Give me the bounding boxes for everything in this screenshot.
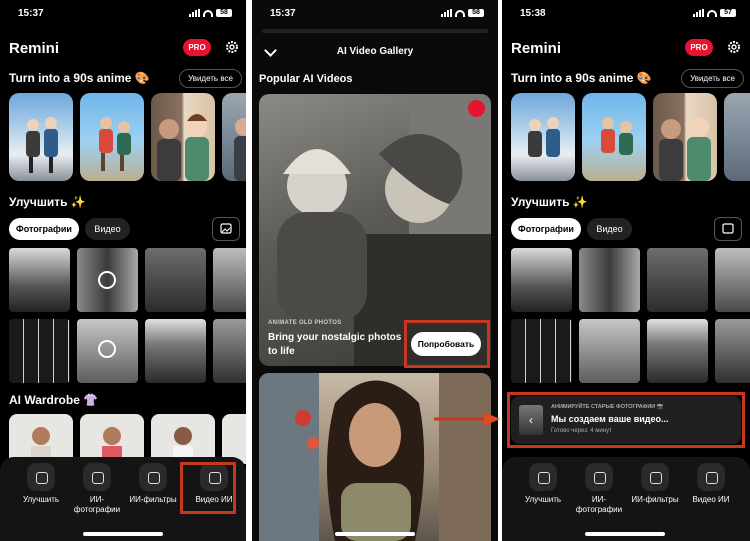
wardrobe-section-title: AI Wardrobe 👚 <box>9 393 99 407</box>
sheet-grabber <box>262 29 488 33</box>
sparkle-icon <box>529 463 557 491</box>
trend-icon <box>468 100 485 117</box>
video-icon <box>697 463 725 491</box>
home-indicator <box>335 532 415 536</box>
gallery-icon[interactable] <box>714 217 742 241</box>
aperture-icon <box>83 463 111 491</box>
tab-photos[interactable]: Фотографии <box>511 218 581 240</box>
enhance-photo[interactable] <box>579 319 640 383</box>
nav-ai-photos[interactable]: ИИ-фотографии <box>70 463 124 515</box>
pro-button[interactable]: PRO <box>183 39 211 56</box>
enhance-photo[interactable] <box>511 248 572 312</box>
enhance-photo[interactable] <box>77 319 138 383</box>
portrait-photo <box>259 373 491 541</box>
signal-icon <box>693 9 704 17</box>
nav-ai-filters[interactable]: ИИ-фильтры <box>126 463 180 505</box>
highlight-box <box>404 320 490 368</box>
popular-heading: Popular AI Videos <box>259 73 353 85</box>
gallery-icon[interactable] <box>212 217 240 241</box>
home-screen-before: 15:37 58 Remini PRO Turn into a 90s anim… <box>0 0 246 541</box>
anime-card[interactable] <box>151 93 215 181</box>
highlight-box <box>180 462 236 514</box>
enhance-section-title: Улучшить ✨ <box>9 195 86 209</box>
video-gallery-screen: 15:37 58 AI Video Gallery Popular AI Vid… <box>252 0 498 541</box>
app-title: Remini <box>9 40 60 57</box>
status-bar: 15:37 58 <box>252 8 498 22</box>
enhance-photo[interactable] <box>715 319 750 383</box>
see-all-button[interactable]: Увидеть все <box>681 69 744 88</box>
nav-ai-photos[interactable]: ИИ-фотографии <box>572 463 626 515</box>
enhance-grid <box>511 248 750 383</box>
wifi-icon <box>707 9 717 17</box>
anime-figures <box>26 117 58 173</box>
anime-section-title: Turn into a 90s anime 🎨 <box>9 71 150 85</box>
tab-video[interactable]: Видео <box>85 218 130 240</box>
enhance-photo[interactable] <box>647 319 708 383</box>
enhance-photo[interactable] <box>9 248 70 312</box>
wifi-icon <box>455 9 465 17</box>
filter-icon <box>641 463 669 491</box>
filter-icon <box>139 463 167 491</box>
gear-icon[interactable] <box>727 40 741 54</box>
enhance-photo[interactable] <box>213 248 246 312</box>
bottom-navigation: Улучшить ИИ-фотографии ИИ-фильтры Видео … <box>502 457 750 541</box>
nav-ai-video[interactable]: Видео ИИ <box>684 463 738 505</box>
battery-icon: 57 <box>720 9 736 17</box>
anime-card[interactable] <box>653 93 717 181</box>
home-indicator <box>585 532 665 536</box>
pro-button[interactable]: PRO <box>685 39 713 56</box>
battery-icon: 58 <box>216 9 232 17</box>
anime-card[interactable] <box>511 93 575 181</box>
signal-icon <box>441 9 452 17</box>
nav-ai-filters[interactable]: ИИ-фильтры <box>628 463 682 505</box>
enhance-photo[interactable] <box>511 319 572 383</box>
anime-section-title: Turn into a 90s anime 🎨 <box>511 71 652 85</box>
status-bar: 15:37 58 <box>0 8 246 22</box>
enhance-photo[interactable] <box>77 248 138 312</box>
wifi-icon <box>203 9 213 17</box>
tab-photos[interactable]: Фотографии <box>9 218 79 240</box>
enhance-photo[interactable] <box>647 248 708 312</box>
anime-card[interactable] <box>222 93 246 181</box>
arrow-icon <box>434 412 500 426</box>
enhance-section-title: Улучшить ✨ <box>511 195 588 209</box>
aperture-icon <box>585 463 613 491</box>
gallery-title: AI Video Gallery <box>336 46 414 57</box>
enhance-photo[interactable] <box>145 319 206 383</box>
enhance-photo[interactable] <box>213 319 246 383</box>
anime-carousel <box>9 93 246 181</box>
tab-video[interactable]: Видео <box>587 218 632 240</box>
signal-icon <box>189 9 200 17</box>
enhance-photo[interactable] <box>145 248 206 312</box>
status-time: 15:37 <box>270 8 296 19</box>
nav-enhance[interactable]: Улучшить <box>14 463 68 505</box>
anime-card[interactable] <box>9 93 73 181</box>
nav-enhance[interactable]: Улучшить <box>516 463 570 505</box>
anime-card[interactable] <box>724 93 750 181</box>
app-title: Remini <box>511 40 562 57</box>
anime-card[interactable] <box>80 93 144 181</box>
enhance-grid <box>9 248 246 383</box>
gear-icon[interactable] <box>225 40 239 54</box>
card-text: Bring your nostalgic photos to life <box>268 332 402 357</box>
home-screen-after: 15:38 57 Remini PRO Turn into a 90s anim… <box>502 0 750 541</box>
battery-icon: 58 <box>468 9 484 17</box>
anime-card[interactable] <box>582 93 646 181</box>
enhance-photo[interactable] <box>715 248 750 312</box>
status-bar: 15:38 57 <box>502 8 750 22</box>
video-card[interactable] <box>259 373 491 541</box>
see-all-button[interactable]: Увидеть все <box>179 69 242 88</box>
enhance-photo[interactable] <box>579 248 640 312</box>
highlight-box <box>507 392 745 448</box>
card-label: ANIMATE OLD PHOTOS <box>268 320 342 326</box>
status-time: 15:38 <box>520 8 546 19</box>
sparkle-icon <box>27 463 55 491</box>
status-time: 15:37 <box>18 8 44 19</box>
anime-carousel <box>511 93 750 181</box>
enhance-photo[interactable] <box>9 319 70 383</box>
home-indicator <box>83 532 163 536</box>
